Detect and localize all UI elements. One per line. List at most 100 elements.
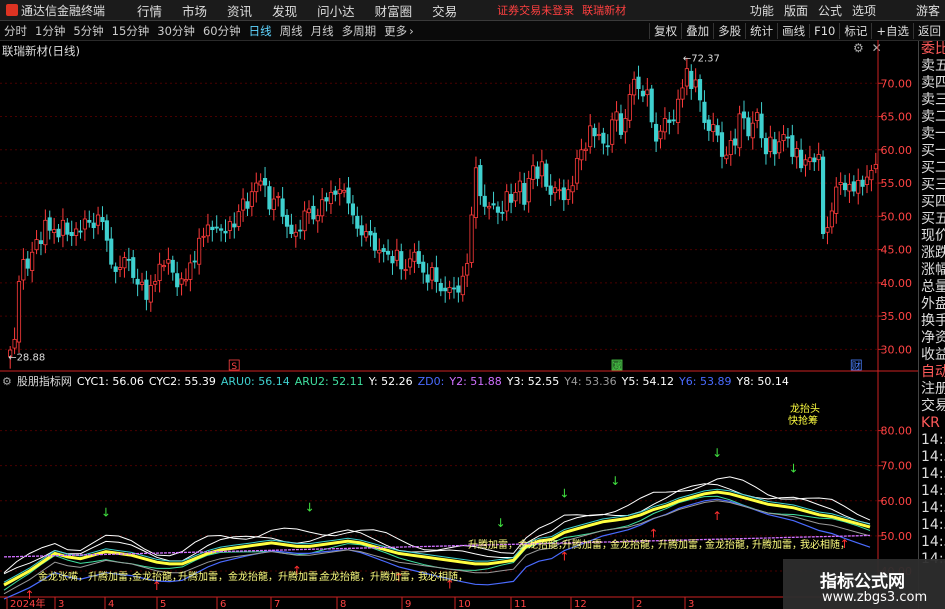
candle-body — [38, 240, 44, 244]
candle-body — [56, 228, 61, 238]
candle-body — [864, 176, 870, 185]
x-tick-label: 2024年 — [10, 597, 45, 609]
candle-body — [799, 149, 804, 169]
candle-body — [579, 149, 584, 161]
side-item-25[interactable]: 14:5 — [919, 466, 945, 483]
y-tick-label: 45.00 — [881, 244, 913, 257]
candle-body — [337, 189, 342, 195]
indicator-title[interactable]: 股朋指标网 — [17, 373, 72, 389]
candle-body — [715, 125, 720, 136]
side-item-19[interactable]: 自动 — [919, 364, 945, 381]
side-item-23[interactable]: 14:5 — [919, 432, 945, 449]
candle-body — [254, 182, 259, 193]
signal-up-arrow: ↑ — [712, 509, 722, 523]
side-item-20[interactable]: 注册 — [919, 381, 945, 398]
side-item-27[interactable]: 14:5 — [919, 500, 945, 517]
candle-body — [856, 180, 861, 194]
candle-body — [311, 205, 316, 220]
y-tick-label: 40.00 — [881, 277, 913, 290]
candle-body — [487, 205, 492, 209]
signal-annotation: 升腾加雷， — [370, 570, 420, 583]
signal-annotation: 金龙抬龍， — [320, 570, 370, 583]
signal-annotation: 升腾加雷， — [468, 538, 518, 551]
ind-y-tick-label: 60.00 — [881, 495, 913, 508]
candle-body — [517, 180, 522, 193]
x-tick-label: 9 — [405, 599, 411, 609]
candle-body — [434, 267, 439, 282]
candle-body — [144, 279, 149, 300]
legend-y: Y: 52.26 — [368, 374, 413, 388]
candle-body — [746, 117, 751, 137]
candle-body — [223, 230, 228, 234]
signal-up-arrow: ↑ — [648, 527, 658, 541]
signal-annotation: 金龙抬龍， — [705, 538, 755, 551]
legend-cyc1: CYC1: 56.06 — [76, 374, 144, 388]
candle-body — [719, 132, 725, 157]
candle-body — [126, 258, 131, 261]
side-item-2[interactable]: 卖四 — [919, 75, 945, 92]
candle-body — [697, 79, 703, 101]
candle-body — [522, 183, 527, 205]
candle-body — [355, 215, 360, 229]
candle-body — [245, 201, 250, 209]
side-item-13[interactable]: 涨幅 — [919, 262, 945, 279]
side-item-12[interactable]: 涨跌 — [919, 245, 945, 262]
side-item-9[interactable]: 买四 — [919, 194, 945, 211]
event-marker: 减 — [612, 360, 621, 372]
signal-annotation: 升腾加雷， — [178, 570, 228, 583]
candle-body — [60, 219, 65, 236]
side-item-8[interactable]: 买三 — [919, 177, 945, 194]
side-item-10[interactable]: 买五 — [919, 211, 945, 228]
candle-body — [381, 248, 386, 252]
side-item-6[interactable]: 买一 — [919, 143, 945, 160]
candle-body — [227, 221, 232, 231]
side-item-11[interactable]: 现价 — [919, 228, 945, 245]
candle-body — [860, 179, 865, 187]
candle-body — [113, 266, 118, 272]
side-item-26[interactable]: 14:5 — [919, 483, 945, 500]
side-item-4[interactable]: 卖二 — [919, 109, 945, 126]
candle-body — [636, 76, 641, 90]
kline-chart[interactable]: 30.00 35.00 40.00 45.00 50.00 55.00 60.00 65.00… — [0, 0, 918, 609]
side-item-14[interactable]: 总量 — [919, 279, 945, 296]
candle-body — [614, 111, 619, 121]
side-item-24[interactable]: 14:5 — [919, 449, 945, 466]
indicator-settings-icon[interactable]: ⚙ — [2, 375, 12, 388]
candle-body — [241, 198, 246, 211]
side-item-18[interactable]: 收益 — [919, 347, 945, 364]
candle-body — [482, 195, 487, 207]
candle-body — [25, 258, 30, 269]
candle-body — [153, 281, 158, 285]
candle-body — [531, 165, 536, 180]
candle-body — [632, 78, 637, 96]
candle-body — [16, 281, 22, 343]
side-item-7[interactable]: 买二 — [919, 160, 945, 177]
side-item-5[interactable]: 卖一 — [919, 126, 945, 143]
candle-body — [306, 208, 312, 214]
side-item-22[interactable]: KR — [919, 415, 945, 432]
signal-annotation: 金龙抬龍， — [132, 570, 182, 583]
candle-body — [214, 226, 219, 229]
candle-body — [821, 156, 826, 235]
candle-body — [504, 191, 509, 212]
legend-y4: Y4: 53.36 — [564, 374, 617, 388]
signal-down-arrow: ↓ — [496, 516, 506, 530]
side-item-21[interactable]: 交易 — [919, 398, 945, 415]
side-item-1[interactable]: 卖五 — [919, 58, 945, 75]
signal-annotation: 金龙抬龍， — [518, 538, 568, 551]
side-item-16[interactable]: 换手 — [919, 313, 945, 330]
signal-annotation: 快抢筹 — [788, 414, 818, 427]
side-item-0[interactable]: 委比 — [919, 41, 945, 58]
side-item-29[interactable]: 14:5 — [919, 534, 945, 551]
candle-body — [197, 237, 202, 265]
side-item-28[interactable]: 14:5 — [919, 517, 945, 534]
side-item-17[interactable]: 净资 — [919, 330, 945, 347]
signal-annotation: 升腾加雷， — [658, 538, 708, 551]
candle-body — [601, 132, 606, 144]
candle-body — [816, 154, 821, 161]
candle-body — [91, 222, 96, 229]
side-item-15[interactable]: 外盘 — [919, 296, 945, 313]
candle-body — [785, 136, 790, 139]
x-tick-label: 11 — [514, 599, 527, 609]
side-item-3[interactable]: 卖三 — [919, 92, 945, 109]
